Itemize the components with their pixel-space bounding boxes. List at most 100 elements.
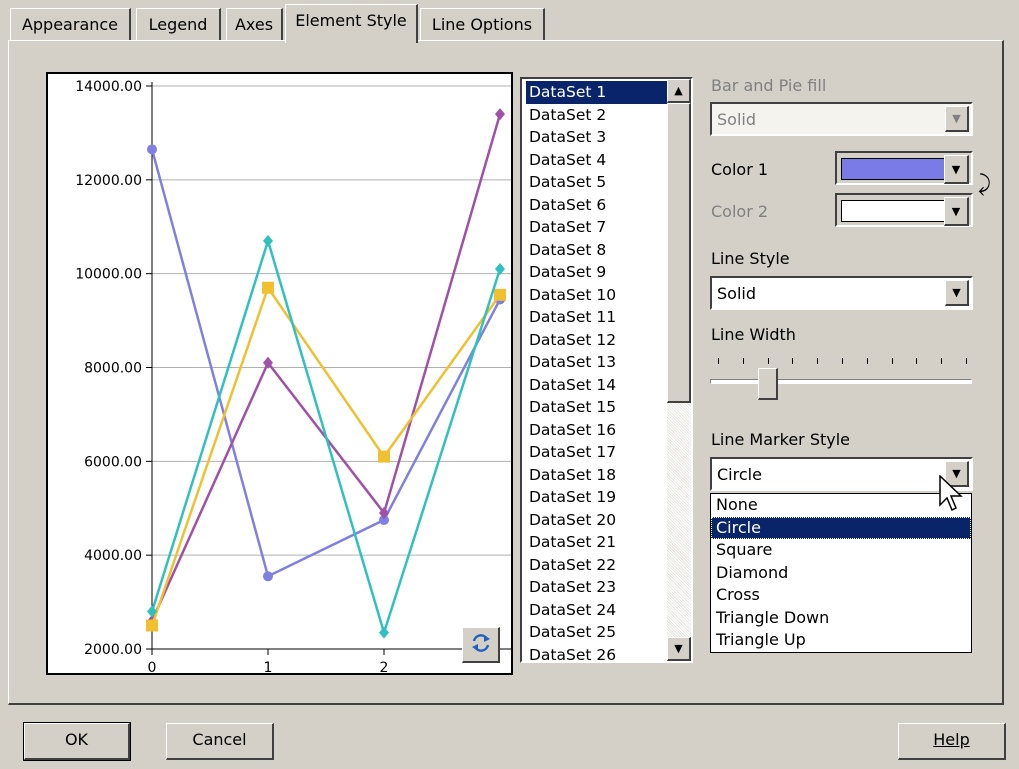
color2-picker[interactable]: ▼ xyxy=(835,193,973,227)
marker-option[interactable]: None xyxy=(711,494,971,517)
line-marker-style-label: Line Marker Style xyxy=(711,430,851,449)
data-point xyxy=(379,626,389,639)
dataset-list-item[interactable]: DataSet 4 xyxy=(526,149,670,172)
color1-picker[interactable]: ▼ xyxy=(835,151,973,185)
line-style-value: Solid xyxy=(717,284,756,303)
scroll-down-icon: ▼ xyxy=(674,642,683,655)
dataset-list-item[interactable]: DataSet 22 xyxy=(526,554,670,577)
dataset-list-item[interactable]: DataSet 8 xyxy=(526,239,670,262)
y-tick-label: 4000.00 xyxy=(84,548,142,564)
dataset-list-item[interactable]: DataSet 3 xyxy=(526,126,670,149)
y-tick-label: 6000.00 xyxy=(84,454,142,470)
marker-option[interactable]: Diamond xyxy=(711,562,971,585)
dataset-list-item[interactable]: DataSet 19 xyxy=(526,486,670,509)
dataset-list-item[interactable]: DataSet 10 xyxy=(526,284,670,307)
tab-line-options[interactable]: Line Options xyxy=(420,8,545,41)
dataset-list-item[interactable]: DataSet 11 xyxy=(526,306,670,329)
tab-element-style[interactable]: Element Style xyxy=(285,4,418,43)
dataset-list-item[interactable]: DataSet 7 xyxy=(526,216,670,239)
y-tick-label: 2000.00 xyxy=(84,642,142,658)
data-point xyxy=(263,571,273,582)
line-style-label: Line Style xyxy=(711,249,790,268)
dataset-list-item[interactable]: DataSet 6 xyxy=(526,194,670,217)
chevron-down-icon[interactable]: ▼ xyxy=(945,280,969,306)
dataset-list-item[interactable]: DataSet 13 xyxy=(526,351,670,374)
slider-tick xyxy=(966,358,967,364)
line-marker-style-value: Circle xyxy=(717,465,762,484)
slider-tick xyxy=(941,358,943,364)
chevron-down-icon[interactable]: ▼ xyxy=(944,197,969,226)
dataset-list-item[interactable]: DataSet 12 xyxy=(526,329,670,352)
dataset-list-item[interactable]: DataSet 2 xyxy=(526,104,670,127)
bar-pie-fill-value: Solid xyxy=(717,110,756,129)
data-point xyxy=(378,450,390,463)
series-line xyxy=(150,149,502,579)
slider-thumb[interactable] xyxy=(757,368,778,400)
y-tick-label: 14000.00 xyxy=(75,79,142,95)
dataset-list-item[interactable]: DataSet 15 xyxy=(526,396,670,419)
scroll-thumb[interactable] xyxy=(667,103,691,403)
bar-pie-fill-label: Bar and Pie fill xyxy=(711,76,827,95)
line-style-select[interactable]: Solid ▼ xyxy=(710,276,973,310)
dataset-list-item[interactable]: DataSet 1 xyxy=(526,81,670,104)
line-width-label: Line Width xyxy=(711,325,796,344)
slider-tick xyxy=(767,358,769,364)
dataset-list-item[interactable]: DataSet 16 xyxy=(526,419,670,442)
slider-tick xyxy=(916,358,918,364)
tab-legend[interactable]: Legend xyxy=(136,8,221,41)
scroll-up-button[interactable]: ▲ xyxy=(667,79,691,103)
marker-option[interactable]: Circle xyxy=(711,516,971,539)
dataset-list[interactable]: DataSet 1 DataSet 2 DataSet 3 DataSet 4 Data… xyxy=(520,77,693,666)
line-width-slider[interactable] xyxy=(710,352,972,408)
slider-ticks xyxy=(710,358,972,366)
marker-option[interactable]: Triangle Up xyxy=(711,629,971,652)
dataset-list-item[interactable]: DataSet 17 xyxy=(526,441,670,464)
dataset-list-item[interactable]: DataSet 25 xyxy=(526,621,670,644)
chevron-down-icon[interactable]: ▼ xyxy=(945,106,969,132)
x-tick-label: 2 xyxy=(380,660,389,673)
dataset-items: DataSet 1 DataSet 2 DataSet 3 DataSet 4 Data… xyxy=(526,81,670,666)
refresh-icon xyxy=(470,632,492,658)
swap-colors-icon[interactable]: ⤸ xyxy=(978,172,991,197)
dataset-list-item[interactable]: DataSet 24 xyxy=(526,599,670,622)
marker-option[interactable]: Triangle Down xyxy=(711,607,971,630)
dataset-list-item[interactable]: DataSet 14 xyxy=(526,374,670,397)
tab-axes[interactable]: Axes xyxy=(226,8,283,41)
data-point xyxy=(146,619,158,632)
cancel-button[interactable]: Cancel xyxy=(166,723,274,760)
chevron-down-icon[interactable]: ▼ xyxy=(944,155,969,184)
bar-pie-fill-select[interactable]: Solid ▼ xyxy=(710,102,973,136)
slider-tick xyxy=(718,358,719,364)
marker-option[interactable]: Square xyxy=(711,539,971,562)
y-tick-label: 12000.00 xyxy=(75,173,142,189)
color2-swatch xyxy=(841,200,945,222)
scroll-up-icon: ▲ xyxy=(674,84,683,97)
dataset-list-item[interactable]: DataSet 20 xyxy=(526,509,670,532)
line-marker-style-select[interactable]: Circle ▼ xyxy=(710,457,973,491)
tab-appearance[interactable]: Appearance xyxy=(10,8,131,41)
x-tick-label: 0 xyxy=(148,660,157,673)
data-point xyxy=(263,234,273,247)
mouse-cursor-icon xyxy=(939,474,967,521)
data-point xyxy=(147,144,157,155)
line-marker-style-options[interactable]: None Circle Square Diamond Cross Triangle Dow… xyxy=(710,493,972,653)
data-point xyxy=(262,281,274,294)
marker-option[interactable]: Cross xyxy=(711,584,971,607)
slider-tick xyxy=(792,358,794,364)
ok-button[interactable]: OK xyxy=(23,722,131,761)
dataset-list-item[interactable]: DataSet 23 xyxy=(526,576,670,599)
slider-tick xyxy=(817,358,819,364)
dataset-list-item[interactable]: DataSet 21 xyxy=(526,531,670,554)
dataset-list-item[interactable]: DataSet 26 xyxy=(526,644,670,667)
dataset-list-item[interactable]: DataSet 9 xyxy=(526,261,670,284)
help-button[interactable]: Help xyxy=(898,723,1006,760)
scroll-down-button[interactable]: ▼ xyxy=(667,637,691,661)
dataset-list-item[interactable]: DataSet 5 xyxy=(526,171,670,194)
x-tick-label: 1 xyxy=(264,660,273,673)
dataset-scrollbar[interactable]: ▲ ▼ xyxy=(667,79,691,661)
y-tick-label: 8000.00 xyxy=(84,361,142,377)
data-point xyxy=(494,288,506,301)
refresh-button[interactable] xyxy=(462,627,500,663)
dataset-list-item[interactable]: DataSet 18 xyxy=(526,464,670,487)
slider-tick xyxy=(842,358,843,364)
